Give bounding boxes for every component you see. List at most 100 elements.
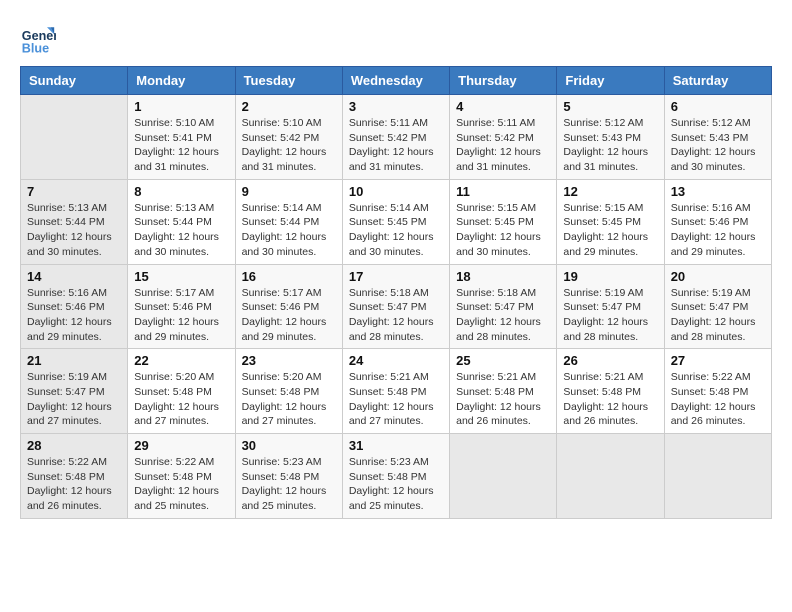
day-number: 3	[349, 99, 443, 114]
calendar-cell: 3 Sunrise: 5:11 AM Sunset: 5:42 PM Daylig…	[342, 95, 449, 180]
calendar-cell: 1 Sunrise: 5:10 AM Sunset: 5:41 PM Daylig…	[128, 95, 235, 180]
day-number: 1	[134, 99, 228, 114]
day-info: Sunrise: 5:19 AM Sunset: 5:47 PM Dayligh…	[27, 370, 121, 429]
day-info: Sunrise: 5:18 AM Sunset: 5:47 PM Dayligh…	[349, 286, 443, 345]
day-info: Sunrise: 5:17 AM Sunset: 5:46 PM Dayligh…	[134, 286, 228, 345]
calendar-cell: 22 Sunrise: 5:20 AM Sunset: 5:48 PM Dayli…	[128, 349, 235, 434]
day-info: Sunrise: 5:20 AM Sunset: 5:48 PM Dayligh…	[134, 370, 228, 429]
logo: General Blue	[20, 20, 56, 56]
day-number: 12	[563, 184, 657, 199]
day-info: Sunrise: 5:12 AM Sunset: 5:43 PM Dayligh…	[671, 116, 765, 175]
calendar-cell: 14Sunrise: 5:16 AM Sunset: 5:46 PM Dayli…	[21, 264, 128, 349]
logo-icon: General Blue	[20, 20, 56, 56]
calendar-cell: 24Sunrise: 5:21 AM Sunset: 5:48 PM Dayli…	[342, 349, 449, 434]
day-info: Sunrise: 5:22 AM Sunset: 5:48 PM Dayligh…	[671, 370, 765, 429]
day-number: 19	[563, 269, 657, 284]
calendar-cell: 11 Sunrise: 5:15 AM Sunset: 5:45 PM Dayli…	[450, 179, 557, 264]
day-info: Sunrise: 5:13 AM Sunset: 5:44 PM Dayligh…	[27, 201, 121, 260]
day-number: 11	[456, 184, 550, 199]
calendar-cell: 28 Sunrise: 5:22 AM Sunset: 5:48 PM Dayli…	[21, 434, 128, 519]
day-info: Sunrise: 5:16 AM Sunset: 5:46 PM Dayligh…	[671, 201, 765, 260]
day-number: 16	[242, 269, 336, 284]
calendar-cell	[450, 434, 557, 519]
day-info: Sunrise: 5:10 AM Sunset: 5:42 PM Dayligh…	[242, 116, 336, 175]
day-number: 14	[27, 269, 121, 284]
day-info: Sunrise: 5:21 AM Sunset: 5:48 PM Dayligh…	[456, 370, 550, 429]
day-info: Sunrise: 5:12 AM Sunset: 5:43 PM Dayligh…	[563, 116, 657, 175]
weekday-header: Wednesday	[342, 67, 449, 95]
day-info: Sunrise: 5:13 AM Sunset: 5:44 PM Dayligh…	[134, 201, 228, 260]
calendar-cell: 4 Sunrise: 5:11 AM Sunset: 5:42 PM Daylig…	[450, 95, 557, 180]
calendar-table: SundayMondayTuesdayWednesdayThursdayFrid…	[20, 66, 772, 519]
calendar-cell: 6 Sunrise: 5:12 AM Sunset: 5:43 PM Daylig…	[664, 95, 771, 180]
calendar-cell: 18Sunrise: 5:18 AM Sunset: 5:47 PM Dayli…	[450, 264, 557, 349]
day-info: Sunrise: 5:17 AM Sunset: 5:46 PM Dayligh…	[242, 286, 336, 345]
day-number: 6	[671, 99, 765, 114]
calendar-cell: 31Sunrise: 5:23 AM Sunset: 5:48 PM Dayli…	[342, 434, 449, 519]
weekday-header: Thursday	[450, 67, 557, 95]
calendar-cell: 2 Sunrise: 5:10 AM Sunset: 5:42 PM Daylig…	[235, 95, 342, 180]
day-number: 17	[349, 269, 443, 284]
calendar-cell: 27 Sunrise: 5:22 AM Sunset: 5:48 PM Dayli…	[664, 349, 771, 434]
day-info: Sunrise: 5:14 AM Sunset: 5:45 PM Dayligh…	[349, 201, 443, 260]
day-info: Sunrise: 5:11 AM Sunset: 5:42 PM Dayligh…	[349, 116, 443, 175]
calendar-cell: 8Sunrise: 5:13 AM Sunset: 5:44 PM Daylig…	[128, 179, 235, 264]
calendar-cell	[557, 434, 664, 519]
calendar-cell: 16 Sunrise: 5:17 AM Sunset: 5:46 PM Dayli…	[235, 264, 342, 349]
day-number: 26	[563, 353, 657, 368]
calendar-cell: 17 Sunrise: 5:18 AM Sunset: 5:47 PM Dayli…	[342, 264, 449, 349]
calendar-cell: 25 Sunrise: 5:21 AM Sunset: 5:48 PM Dayli…	[450, 349, 557, 434]
day-info: Sunrise: 5:20 AM Sunset: 5:48 PM Dayligh…	[242, 370, 336, 429]
calendar-cell: 30Sunrise: 5:23 AM Sunset: 5:48 PM Dayli…	[235, 434, 342, 519]
weekday-header: Monday	[128, 67, 235, 95]
day-number: 5	[563, 99, 657, 114]
calendar-cell: 15 Sunrise: 5:17 AM Sunset: 5:46 PM Dayli…	[128, 264, 235, 349]
calendar-cell: 29 Sunrise: 5:22 AM Sunset: 5:48 PM Dayli…	[128, 434, 235, 519]
day-number: 31	[349, 438, 443, 453]
day-info: Sunrise: 5:11 AM Sunset: 5:42 PM Dayligh…	[456, 116, 550, 175]
day-info: Sunrise: 5:19 AM Sunset: 5:47 PM Dayligh…	[563, 286, 657, 345]
day-number: 30	[242, 438, 336, 453]
day-info: Sunrise: 5:22 AM Sunset: 5:48 PM Dayligh…	[27, 455, 121, 514]
day-number: 29	[134, 438, 228, 453]
calendar-cell: 10 Sunrise: 5:14 AM Sunset: 5:45 PM Dayli…	[342, 179, 449, 264]
calendar-cell: 13 Sunrise: 5:16 AM Sunset: 5:46 PM Dayli…	[664, 179, 771, 264]
calendar-cell	[664, 434, 771, 519]
day-number: 27	[671, 353, 765, 368]
calendar-cell: 12 Sunrise: 5:15 AM Sunset: 5:45 PM Dayli…	[557, 179, 664, 264]
weekday-header: Friday	[557, 67, 664, 95]
day-info: Sunrise: 5:22 AM Sunset: 5:48 PM Dayligh…	[134, 455, 228, 514]
calendar-cell: 5 Sunrise: 5:12 AM Sunset: 5:43 PM Daylig…	[557, 95, 664, 180]
day-info: Sunrise: 5:10 AM Sunset: 5:41 PM Dayligh…	[134, 116, 228, 175]
day-info: Sunrise: 5:18 AM Sunset: 5:47 PM Dayligh…	[456, 286, 550, 345]
weekday-header: Saturday	[664, 67, 771, 95]
calendar-cell: 26 Sunrise: 5:21 AM Sunset: 5:48 PM Dayli…	[557, 349, 664, 434]
weekday-header: Tuesday	[235, 67, 342, 95]
calendar-cell: 21Sunrise: 5:19 AM Sunset: 5:47 PM Dayli…	[21, 349, 128, 434]
svg-text:Blue: Blue	[22, 41, 49, 55]
day-number: 4	[456, 99, 550, 114]
calendar-cell: 19 Sunrise: 5:19 AM Sunset: 5:47 PM Dayli…	[557, 264, 664, 349]
day-number: 2	[242, 99, 336, 114]
day-number: 15	[134, 269, 228, 284]
day-number: 22	[134, 353, 228, 368]
calendar-cell: 20Sunrise: 5:19 AM Sunset: 5:47 PM Dayli…	[664, 264, 771, 349]
day-info: Sunrise: 5:19 AM Sunset: 5:47 PM Dayligh…	[671, 286, 765, 345]
page-header: General Blue	[20, 20, 772, 56]
day-info: Sunrise: 5:21 AM Sunset: 5:48 PM Dayligh…	[563, 370, 657, 429]
day-number: 24	[349, 353, 443, 368]
day-number: 13	[671, 184, 765, 199]
day-info: Sunrise: 5:14 AM Sunset: 5:44 PM Dayligh…	[242, 201, 336, 260]
calendar-week-row: 21Sunrise: 5:19 AM Sunset: 5:47 PM Dayli…	[21, 349, 772, 434]
day-info: Sunrise: 5:15 AM Sunset: 5:45 PM Dayligh…	[563, 201, 657, 260]
day-number: 28	[27, 438, 121, 453]
calendar-cell	[21, 95, 128, 180]
calendar-cell: 7 Sunrise: 5:13 AM Sunset: 5:44 PM Daylig…	[21, 179, 128, 264]
day-number: 10	[349, 184, 443, 199]
day-number: 25	[456, 353, 550, 368]
day-number: 7	[27, 184, 121, 199]
calendar-week-row: 28 Sunrise: 5:22 AM Sunset: 5:48 PM Dayli…	[21, 434, 772, 519]
day-info: Sunrise: 5:15 AM Sunset: 5:45 PM Dayligh…	[456, 201, 550, 260]
calendar-week-row: 7 Sunrise: 5:13 AM Sunset: 5:44 PM Daylig…	[21, 179, 772, 264]
day-number: 9	[242, 184, 336, 199]
